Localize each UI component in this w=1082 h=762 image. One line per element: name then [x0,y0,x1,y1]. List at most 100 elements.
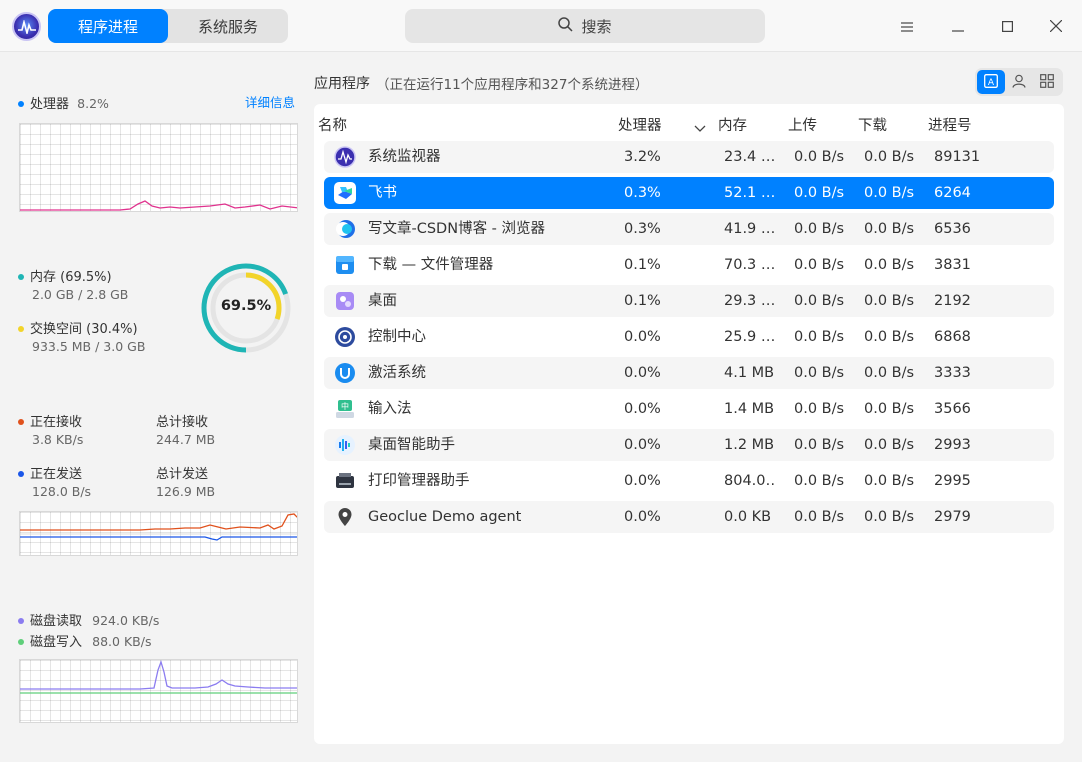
process-pid: 3831 [934,257,971,273]
process-name: 控制中心 [368,329,426,345]
activation-icon [334,362,356,384]
tab-processes[interactable]: 程序进程 [48,9,168,43]
process-name: 打印管理器助手 [368,473,470,489]
process-memory: 29.3 … [724,293,776,309]
view-all-button[interactable] [1033,70,1061,94]
memory-row: 内存 (69.5%) [18,266,112,285]
total-received-value: 244.7 MB [156,432,216,447]
table-row[interactable]: 写文章-CSDN博客 - 浏览器 0.3% 41.9 … 0.0 B/s 0.0 B/s… [324,213,1054,245]
table-row[interactable]: 系统监视器 3.2% 23.4 … 0.0 B/s 0.0 B/s 89131 [324,141,1054,173]
total-sent-label: 总计发送 [156,467,209,482]
process-pid: 3333 [934,365,971,381]
process-pid: 6264 [934,185,971,201]
swap-dot-icon [18,325,24,332]
minimize-button[interactable] [942,10,974,42]
table-row[interactable]: 中 输入法 0.0% 1.4 MB 0.0 B/s 0.0 B/s 3566 [324,393,1054,425]
process-download: 0.0 B/s [864,221,915,237]
memory-ring-chart: 69.5% [200,262,292,354]
process-memory: 25.9 … [724,329,776,345]
table-row[interactable]: 桌面智能助手 0.0% 1.2 MB 0.0 B/s 0.0 B/s 2993 [324,429,1054,461]
location-pin-icon [334,506,356,528]
receiving-value: 3.8 KB/s [32,432,84,447]
menu-button[interactable] [891,10,923,42]
maximize-button[interactable] [991,10,1023,42]
process-name: 桌面智能助手 [368,437,455,453]
process-name: 飞书 [368,185,397,201]
table-row[interactable]: 桌面 0.1% 29.3 … 0.0 B/s 0.0 B/s 2192 [324,285,1054,317]
table-row[interactable]: 下载 — 文件管理器 0.1% 70.3 … 0.0 B/s 0.0 B/s 3831 [324,249,1054,281]
tab-services[interactable]: 系统服务 [168,9,288,43]
search-input[interactable]: 搜索 [405,9,765,43]
process-memory: 52.1 … [724,185,776,201]
process-cpu: 0.1% [624,257,661,273]
process-cpu: 0.3% [624,221,661,237]
table-row[interactable]: Geoclue Demo agent 0.0% 0.0 KB 0.0 B/s 0.0 B… [324,501,1054,533]
close-button[interactable] [1040,10,1072,42]
column-header-upload[interactable]: 上传 [788,114,817,135]
sort-chevron-down-icon[interactable] [694,118,706,137]
control-center-icon [334,326,356,348]
table-row[interactable]: 打印管理器助手 0.0% 804.0… 0.0 B/s 0.0 B/s 2995 [324,465,1054,497]
tab-bar: 程序进程 系统服务 [48,9,288,43]
swap-value: 933.5 MB / 3.0 GB [32,339,146,354]
sending-value: 128.0 B/s [32,484,92,499]
browser-icon [334,218,356,240]
process-memory: 23.4 … [724,149,776,165]
column-header-memory[interactable]: 内存 [718,114,747,135]
desktop-icon [334,290,356,312]
cpu-chart [19,123,298,212]
process-upload: 0.0 B/s [794,221,845,237]
cpu-summary: 处理器 8.2% [18,93,109,112]
column-header-download[interactable]: 下载 [858,114,887,135]
process-cpu: 3.2% [624,149,661,165]
process-pid: 6536 [934,221,971,237]
process-pid: 2192 [934,293,971,309]
app-grid-icon: A [984,73,998,92]
cpu-detail-link[interactable]: 详细信息 [245,92,295,111]
disk-write-value: 88.0 KB/s [92,634,152,649]
menu-icon [901,17,913,36]
memory-ring-label: 69.5% [220,298,272,314]
memory-value: 2.0 GB / 2.8 GB [32,287,129,302]
view-apps-button[interactable]: A [977,70,1005,94]
process-download: 0.0 B/s [864,365,915,381]
feishu-icon [334,182,356,204]
process-upload: 0.0 B/s [794,401,845,417]
table-row[interactable]: 激活系统 0.0% 4.1 MB 0.0 B/s 0.0 B/s 3333 [324,357,1054,389]
memory-label: 内存 (69.5%) [30,270,112,285]
printer-icon [334,470,356,492]
swap-row: 交换空间 (30.4%) [18,318,138,337]
disk-read-value: 924.0 KB/s [92,613,160,628]
table-row[interactable]: 飞书 0.3% 52.1 … 0.0 B/s 0.0 B/s 6264 [324,177,1054,209]
process-cpu: 0.0% [624,329,661,345]
column-header-cpu[interactable]: 处理器 [618,114,662,135]
disk-write-row: 磁盘写入 88.0 KB/s [18,631,151,650]
process-download: 0.0 B/s [864,185,915,201]
process-upload: 0.0 B/s [794,329,845,345]
table-row[interactable]: 控制中心 0.0% 25.9 … 0.0 B/s 0.0 B/s 6868 [324,321,1054,353]
total-received-label: 总计接收 [156,415,209,430]
process-upload: 0.0 B/s [794,509,845,525]
column-header-name[interactable]: 名称 [318,114,347,135]
section-title: 应用程序 [314,76,370,92]
total-sent-value: 126.9 MB [156,484,216,499]
search-placeholder: 搜索 [581,17,612,36]
process-cpu: 0.1% [624,293,661,309]
process-memory: 4.1 MB [724,365,775,381]
process-memory: 0.0 KB [724,509,772,525]
system-monitor-icon [334,146,356,168]
view-user-button[interactable] [1005,70,1033,94]
input-method-icon: 中 [334,398,356,420]
file-manager-icon [334,254,356,276]
assistant-icon [334,434,356,456]
column-header-pid[interactable]: 进程号 [928,114,972,135]
process-upload: 0.0 B/s [794,257,845,273]
section-summary: （正在运行11个应用程序和327个系统进程） [376,77,649,93]
cpu-dot-icon [18,100,24,107]
disk-read-line [20,660,297,690]
process-pid: 3566 [934,401,971,417]
receiving-label: 正在接收 [30,415,83,430]
network-receiving: 正在接收 [18,411,82,430]
process-upload: 0.0 B/s [794,437,845,453]
user-icon [1012,73,1026,92]
